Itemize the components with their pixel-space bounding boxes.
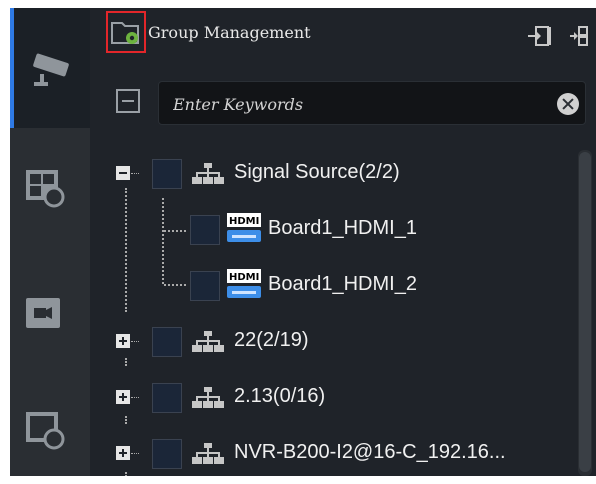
expand-toggle[interactable]	[116, 446, 130, 460]
tree-connector	[164, 230, 186, 232]
playback-tab[interactable]	[10, 388, 90, 476]
tree-checkbox[interactable]	[152, 383, 182, 413]
grid-export-icon[interactable]	[568, 24, 588, 48]
tree-item-label: 2.13(0/16)	[234, 385, 326, 407]
layout-refresh-icon	[26, 170, 65, 208]
scrollbar-thumb[interactable]	[579, 152, 591, 472]
expand-toggle[interactable]	[116, 334, 130, 348]
clear-search-icon[interactable]	[557, 93, 579, 115]
device-tree: Signal Source(2/2) HDMI Board1_HDMI_1 HD…	[90, 146, 580, 476]
left-toolbar	[10, 8, 90, 476]
search-input[interactable]	[171, 82, 535, 126]
expand-toggle[interactable]	[116, 390, 130, 404]
collapse-toggle[interactable]	[116, 166, 130, 180]
tree-item-label: NVR-B200-I2@16-C_192.16...	[234, 441, 506, 463]
camera-icon	[33, 53, 69, 86]
tree-checkbox[interactable]	[152, 159, 182, 189]
tree-item-nvr[interactable]: NVR-B200-I2@16-C_192.16...	[116, 436, 556, 476]
resource-panel: Group Management Enter Keywords Signal S…	[90, 8, 596, 476]
tree-item-group-2-13[interactable]: 2.13(0/16)	[116, 380, 556, 420]
tree-item-label: 22(2/19)	[234, 329, 309, 351]
device-group-icon	[192, 163, 224, 184]
tree-item-label: Signal Source(2/2)	[234, 161, 400, 183]
collapse-all-button[interactable]	[116, 89, 140, 113]
tree-scrollbar[interactable]	[578, 150, 592, 476]
tree-item-signal-source[interactable]: Signal Source(2/2)	[116, 156, 556, 196]
device-group-icon	[192, 331, 224, 352]
svg-text:HDMI: HDMI	[229, 216, 259, 227]
app-frame: Group Management Enter Keywords Signal S…	[10, 8, 596, 476]
tree-checkbox[interactable]	[190, 271, 220, 301]
tree-checkbox[interactable]	[152, 327, 182, 357]
split-screen-tab[interactable]	[10, 148, 90, 268]
hdmi-input-icon: HDMI	[227, 213, 261, 242]
import-icon[interactable]	[526, 24, 552, 48]
search-box	[158, 81, 586, 126]
tree-item-hdmi-1[interactable]: HDMI Board1_HDMI_1	[190, 212, 550, 252]
group-management-button[interactable]	[106, 11, 146, 53]
panel-header: Group Management	[90, 8, 596, 64]
device-group-icon	[192, 443, 224, 464]
video-icon	[26, 298, 60, 328]
hdmi-input-icon: HDMI	[227, 269, 261, 298]
camera-tab[interactable]	[10, 8, 90, 128]
folder-gear-icon	[111, 22, 139, 44]
tree-connector	[125, 188, 127, 312]
page-title: Group Management	[148, 23, 311, 42]
window-refresh-icon	[26, 412, 65, 450]
svg-text:HDMI: HDMI	[229, 272, 259, 283]
tree-item-label: Board1_HDMI_1	[268, 217, 417, 239]
video-tab[interactable]	[10, 270, 90, 390]
tree-checkbox[interactable]	[152, 439, 182, 469]
tree-item-label: Board1_HDMI_2	[268, 273, 417, 295]
device-group-icon	[192, 387, 224, 408]
tree-connector	[162, 198, 164, 284]
tree-item-group-22[interactable]: 22(2/19)	[116, 324, 556, 364]
tree-checkbox[interactable]	[190, 215, 220, 245]
tree-item-hdmi-2[interactable]: HDMI Board1_HDMI_2	[190, 268, 550, 308]
tree-connector	[164, 284, 186, 286]
